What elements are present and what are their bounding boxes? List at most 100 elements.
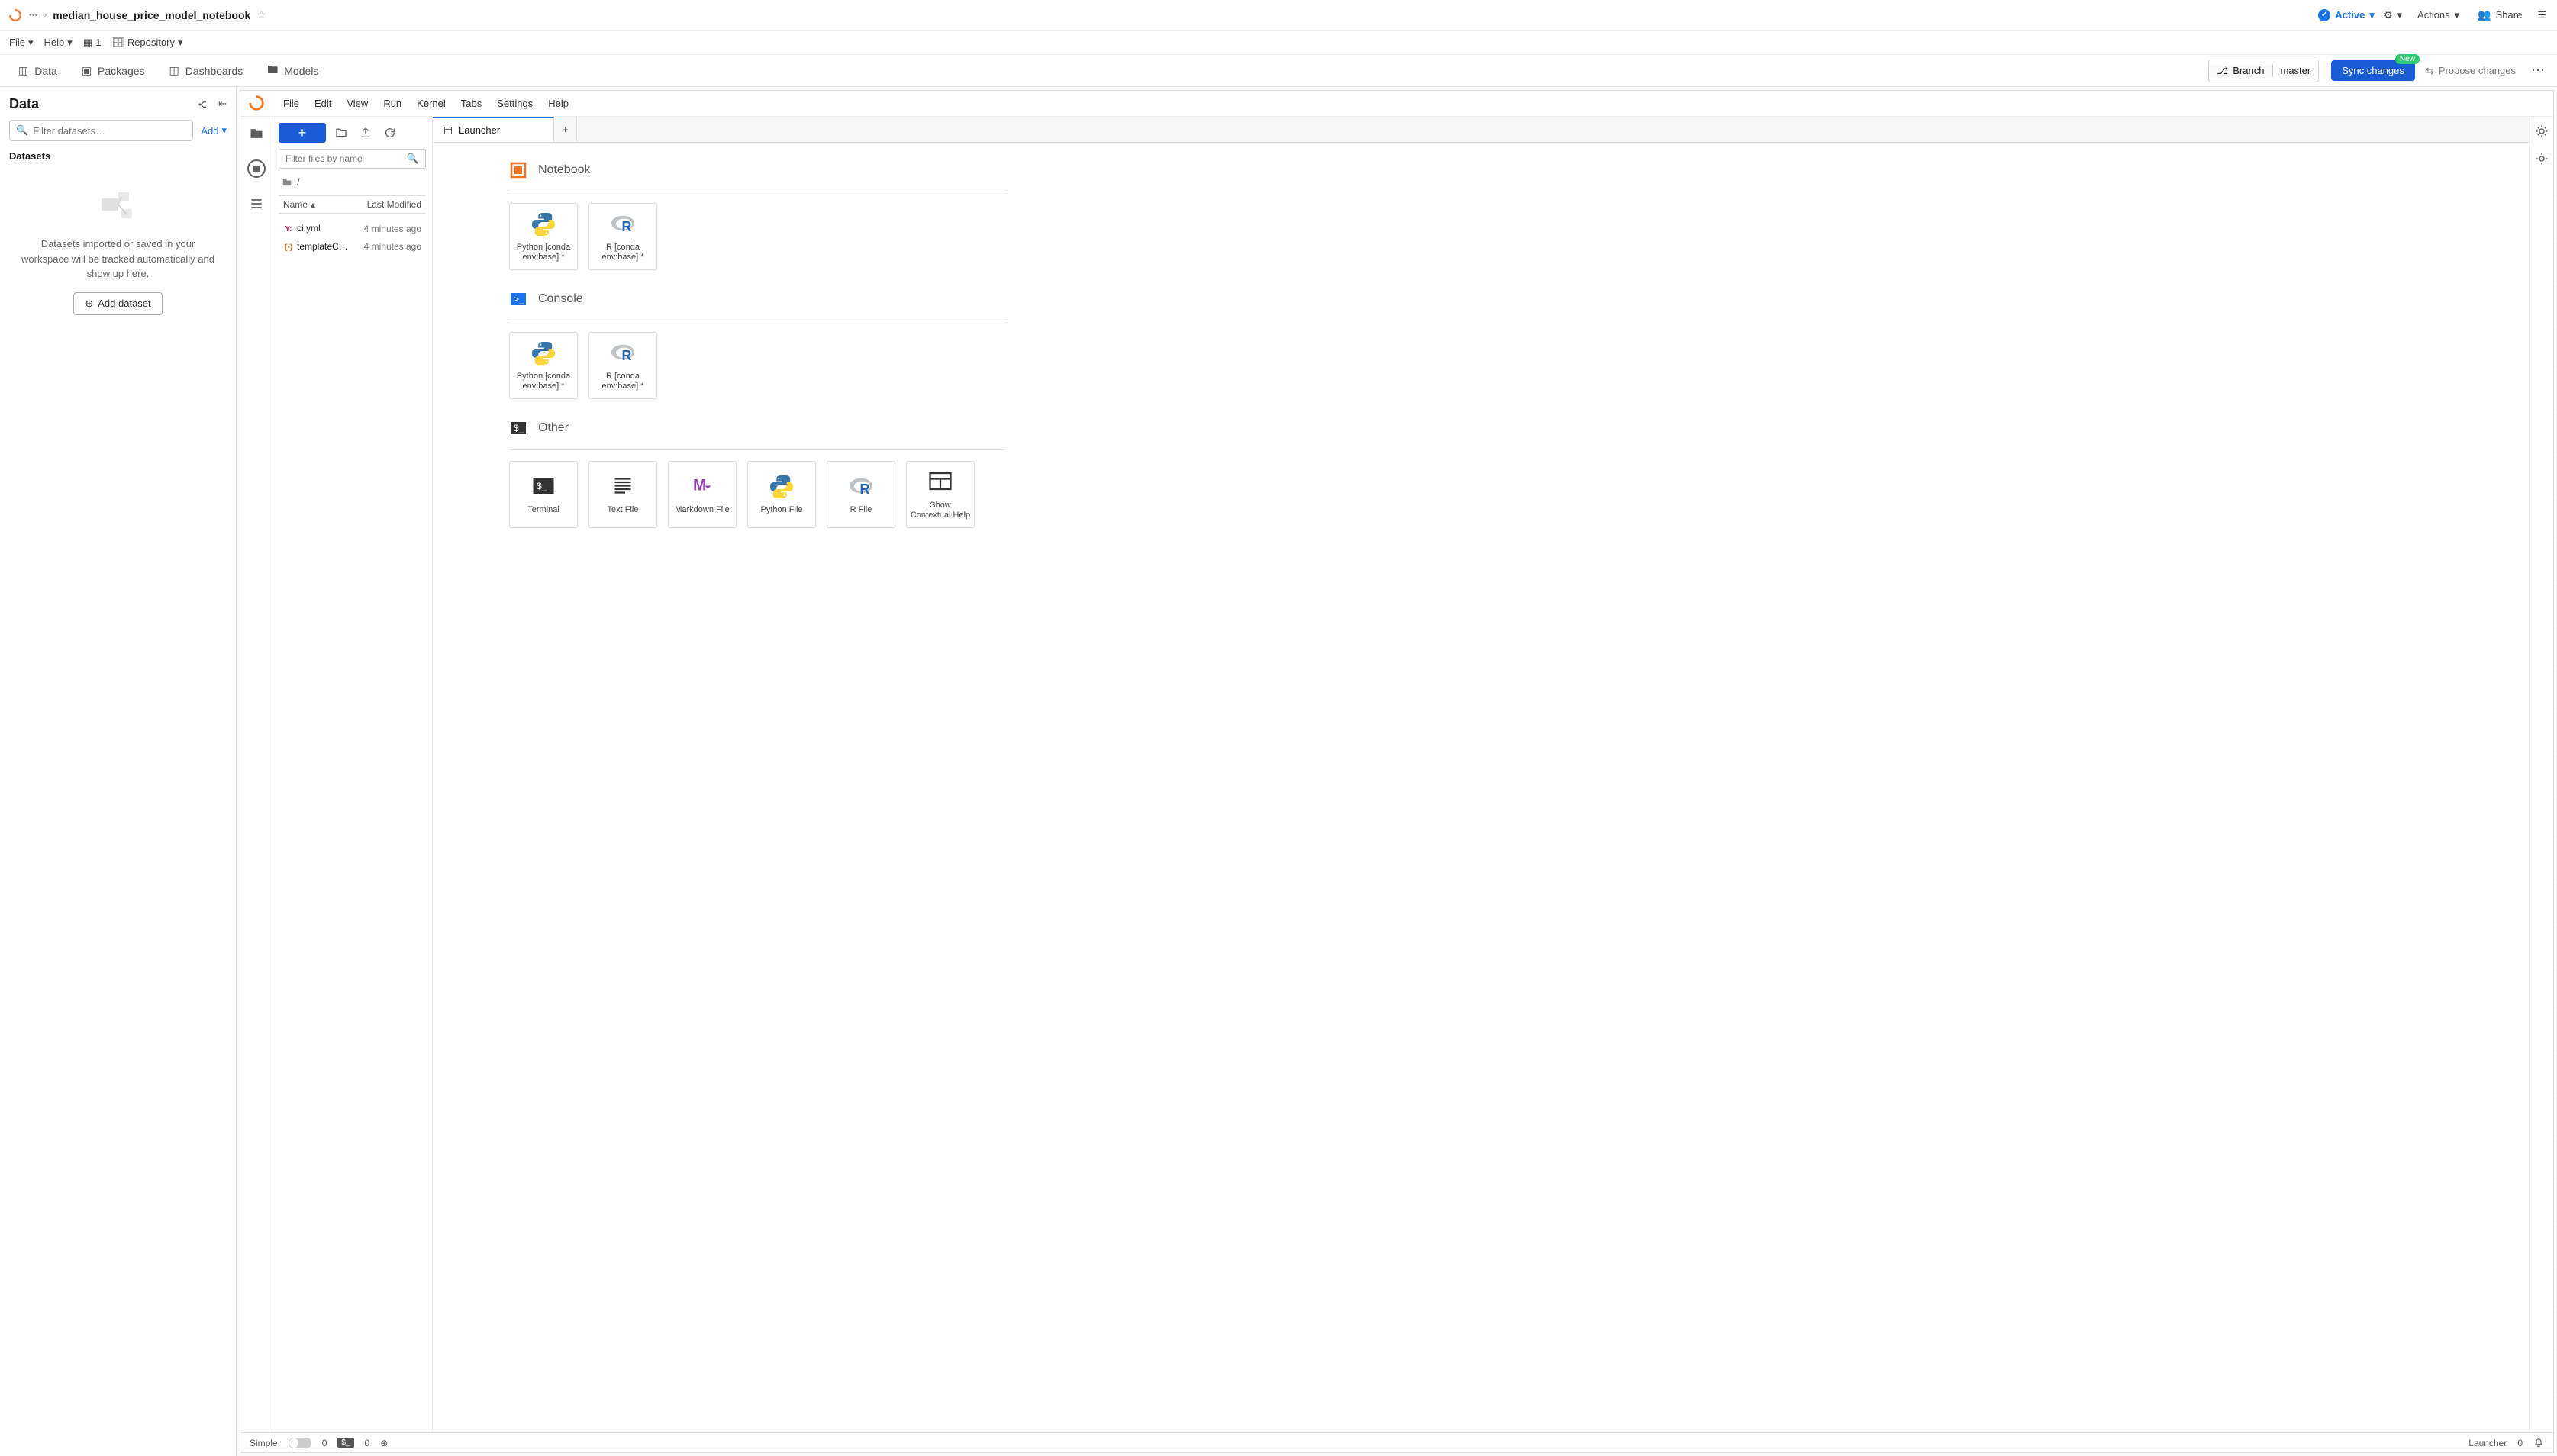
- debugger-icon[interactable]: [2535, 152, 2549, 166]
- status-active-dropdown[interactable]: ✓ Active ▾: [2318, 9, 2375, 21]
- file-row[interactable]: Y:ci.yml4 minutes ago: [279, 220, 426, 238]
- new-folder-icon[interactable]: [332, 124, 350, 142]
- property-inspector-icon[interactable]: [2535, 124, 2549, 138]
- filter-datasets-field[interactable]: [33, 125, 186, 137]
- folder-path-icon[interactable]: [282, 177, 292, 188]
- share-label: Share: [2496, 9, 2523, 21]
- launcher-card-icon: M: [687, 473, 717, 501]
- launcher-card-notebook-r[interactable]: RR [conda env:base] *: [588, 203, 657, 270]
- launcher-card-other-terminal[interactable]: $_Terminal: [509, 461, 578, 528]
- launcher-card-console-r[interactable]: R R [conda env:base] *: [588, 332, 657, 399]
- kernel-status-icon[interactable]: ⊕: [380, 1438, 388, 1448]
- top-tab-models[interactable]: 🖿 Models: [256, 56, 329, 86]
- launcher-card-icon: [925, 469, 956, 496]
- chevron-right-icon: ›: [44, 11, 47, 20]
- chevron-down-icon: ▾: [178, 37, 183, 49]
- launcher-card-console-python[interactable]: Python [conda env:base] *: [509, 332, 578, 399]
- chevron-down-icon: ▾: [2455, 9, 2460, 21]
- jp-menu-kernel[interactable]: Kernel: [409, 93, 453, 114]
- launcher-card-label: Python File: [760, 505, 802, 515]
- svg-text:$_: $_: [514, 423, 524, 433]
- lineage-icon[interactable]: [197, 98, 211, 111]
- share-icon: 👥: [2478, 8, 2491, 21]
- jupyter-logo[interactable]: [248, 95, 266, 113]
- help-menu[interactable]: Help ▾: [44, 37, 72, 49]
- jp-menu-help[interactable]: Help: [540, 93, 576, 114]
- panel-toggle-button[interactable]: ☰: [2534, 6, 2549, 24]
- svg-text:$_: $_: [537, 481, 547, 491]
- workspace-count[interactable]: ▦ 1: [83, 37, 102, 49]
- terminal-status-icon[interactable]: $_: [337, 1438, 353, 1448]
- repository-dropdown[interactable]: 🗄 Repository ▾: [111, 37, 182, 49]
- app-logo[interactable]: [8, 8, 23, 23]
- jp-menu-edit[interactable]: Edit: [307, 93, 339, 114]
- status-count-1: 0: [322, 1438, 327, 1448]
- running-kernels-tab-icon[interactable]: [247, 159, 266, 178]
- notification-bell-icon[interactable]: [2533, 1438, 2544, 1448]
- plus-circle-icon: ⊕: [85, 298, 93, 310]
- favorite-star-icon[interactable]: ☆: [256, 8, 266, 21]
- dashboard-icon: ◫: [169, 64, 179, 77]
- file-modified: 4 minutes ago: [364, 241, 421, 252]
- new-launcher-button[interactable]: +: [279, 123, 326, 143]
- jp-menu-view[interactable]: View: [339, 93, 376, 114]
- launcher-card-label: Show Contextual Help: [910, 501, 971, 520]
- share-button[interactable]: 👥 Share: [2472, 5, 2528, 24]
- jp-menu-settings[interactable]: Settings: [489, 93, 540, 114]
- toc-tab-icon[interactable]: [247, 195, 266, 213]
- refresh-icon[interactable]: [381, 124, 399, 142]
- svg-text:R: R: [860, 482, 870, 497]
- file-filter-input[interactable]: 🔍: [279, 149, 426, 169]
- filter-datasets-input[interactable]: 🔍: [9, 120, 193, 141]
- simple-mode-toggle[interactable]: [289, 1438, 311, 1448]
- gear-icon: ⚙: [2384, 9, 2393, 21]
- add-tab-button[interactable]: +: [554, 117, 577, 142]
- collapse-panel-icon[interactable]: ⇤: [218, 98, 227, 111]
- launcher-card-icon: R: [608, 340, 638, 367]
- launcher-card-label: R [conda env:base] *: [592, 372, 653, 391]
- jp-menu-tabs[interactable]: Tabs: [453, 93, 489, 114]
- file-browser-tab-icon[interactable]: [247, 124, 266, 143]
- jp-menu-file[interactable]: File: [276, 93, 307, 114]
- top-tab-data[interactable]: ▥ Data: [8, 58, 68, 83]
- more-menu-button[interactable]: ⋯: [2526, 63, 2549, 79]
- add-dropdown[interactable]: Add ▾: [201, 124, 227, 137]
- add-dataset-button[interactable]: ⊕ Add dataset: [73, 292, 162, 315]
- launcher-card-other-text[interactable]: Text File: [588, 461, 657, 528]
- tab-label: Models: [284, 65, 318, 77]
- sync-changes-button[interactable]: Sync changes New: [2331, 60, 2415, 81]
- simple-mode-label: Simple: [250, 1438, 278, 1448]
- name-column-header[interactable]: Name: [283, 199, 308, 210]
- propose-changes-button[interactable]: ⇆ Propose changes: [2418, 60, 2523, 82]
- top-tab-packages[interactable]: ▣ Packages: [71, 58, 156, 83]
- empty-datasets-illustration: [95, 188, 141, 226]
- breadcrumb-ellipsis-icon[interactable]: •••: [29, 11, 38, 20]
- launcher-card-icon: [528, 211, 559, 238]
- panel-toggle-icon: ☰: [2537, 9, 2546, 21]
- sync-label: Sync changes: [2342, 65, 2404, 76]
- file-filter-field[interactable]: [285, 153, 407, 164]
- branch-name: master: [2273, 65, 2319, 76]
- branch-selector[interactable]: ⎇ Branch master: [2208, 60, 2319, 82]
- propose-label: Propose changes: [2439, 65, 2516, 76]
- launcher-card-other-ctxhelp[interactable]: Show Contextual Help: [906, 461, 975, 528]
- actions-label: Actions: [2417, 9, 2450, 21]
- breadcrumb-path[interactable]: /: [297, 176, 300, 188]
- status-count-2: 0: [365, 1438, 370, 1448]
- launcher-tab[interactable]: Launcher: [433, 117, 554, 142]
- actions-dropdown[interactable]: Actions ▾: [2411, 6, 2465, 24]
- launcher-card-notebook-python[interactable]: Python [conda env:base] *: [509, 203, 578, 270]
- launcher-card-other-markdown[interactable]: M Markdown File: [668, 461, 737, 528]
- launcher-card-other-pyfile[interactable]: Python File: [747, 461, 816, 528]
- launcher-card-label: Python [conda env:base] *: [513, 372, 574, 391]
- settings-gear-dropdown[interactable]: ⚙ ▾: [2381, 6, 2405, 24]
- jp-menu-run[interactable]: Run: [376, 93, 409, 114]
- modified-column-header[interactable]: Last Modified: [367, 199, 421, 210]
- file-row[interactable]: {·}templateC…4 minutes ago: [279, 238, 426, 256]
- breadcrumb-title[interactable]: median_house_price_model_notebook: [53, 9, 250, 21]
- launcher-card-other-rfile[interactable]: RR File: [827, 461, 895, 528]
- upload-icon[interactable]: [356, 124, 375, 142]
- file-menu[interactable]: File ▾: [9, 37, 33, 49]
- top-tab-dashboards[interactable]: ◫ Dashboards: [159, 58, 254, 83]
- launcher-card-label: Markdown File: [675, 505, 730, 515]
